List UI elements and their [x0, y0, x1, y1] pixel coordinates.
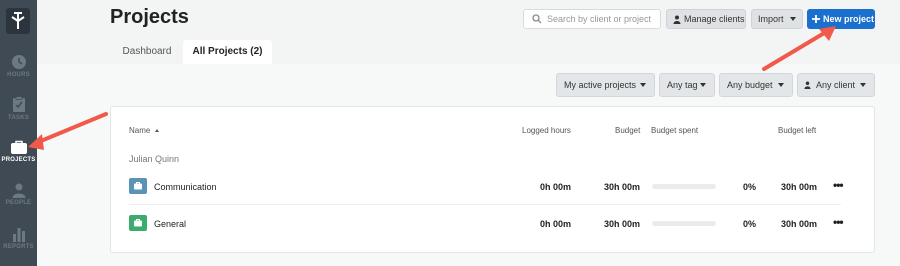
new-project-label: New project — [823, 14, 875, 24]
sidebar-item-reports[interactable]: REPORTS — [0, 226, 37, 250]
sidebar-item-label: PEOPLE — [5, 200, 32, 206]
logo-icon — [11, 12, 25, 29]
budget-spent-percent: 0% — [743, 182, 757, 192]
logged-hours: 0h 00m — [540, 182, 572, 192]
search-icon — [532, 14, 542, 24]
more-options-icon[interactable]: ••• — [833, 215, 844, 229]
client-group-name: Julian Quinn — [129, 154, 180, 164]
budget-left: 30h 00m — [781, 182, 818, 192]
sidebar-item-label: PROJECTS — [1, 157, 36, 163]
project-color-icon — [129, 178, 147, 194]
tab-all-projects[interactable]: All Projects (2) — [183, 40, 272, 64]
filter-budget[interactable]: Any budget — [719, 73, 793, 97]
chevron-down-icon — [790, 17, 796, 21]
person-icon — [673, 15, 681, 24]
clipboard-check-icon — [12, 96, 25, 112]
sidebar-item-label: TASKS — [8, 115, 29, 121]
new-project-button[interactable]: New project — [807, 9, 875, 29]
filter-label: My active projects — [564, 80, 637, 90]
briefcase-icon — [134, 219, 142, 227]
budget-spent-percent: 0% — [743, 219, 757, 229]
budget: 30h 00m — [604, 182, 641, 192]
column-header-budget-spent[interactable]: Budget spent — [651, 126, 698, 135]
sidebar-item-tasks[interactable]: TASKS — [0, 96, 37, 121]
column-header-budget-left[interactable]: Budget left — [778, 126, 816, 135]
column-header-label: Name — [129, 126, 151, 135]
chevron-down-icon — [778, 83, 784, 87]
sidebar-item-people[interactable]: PEOPLE — [0, 182, 37, 206]
search-input[interactable]: Search by client or project — [523, 9, 661, 29]
clock-icon — [11, 55, 26, 69]
project-name-link[interactable]: Communication — [154, 182, 217, 192]
manage-clients-label: Manage clients — [684, 14, 745, 24]
sidebar-item-projects[interactable]: PROJECTS — [0, 140, 37, 163]
filter-active-projects[interactable]: My active projects — [556, 73, 655, 97]
column-header-logged-hours[interactable]: Logged hours — [522, 126, 571, 135]
filter-label: Any client — [816, 80, 856, 90]
table-row[interactable]: Communication 0h 00m 30h 00m 0% 30h 00m … — [129, 169, 844, 205]
sort-ascending-icon — [154, 129, 159, 133]
briefcase-icon — [10, 140, 27, 154]
person-icon — [804, 81, 811, 89]
sidebar-item-hours[interactable]: HOURS — [0, 54, 37, 78]
sidebar-item-label: REPORTS — [3, 244, 34, 250]
logged-hours: 0h 00m — [540, 219, 572, 229]
filter-label: Any budget — [727, 80, 773, 90]
chevron-down-icon — [640, 83, 646, 87]
import-label: Import — [758, 14, 784, 24]
tab-dashboard[interactable]: Dashboard — [114, 40, 180, 64]
projects-table: Name Logged hours Budget Budget spent Bu… — [110, 106, 875, 253]
page-title: Projects — [110, 6, 189, 28]
budget-spent-bar — [652, 221, 716, 226]
bar-chart-icon — [12, 228, 25, 242]
budget: 30h 00m — [604, 219, 641, 229]
sidebar: HOURS TASKS PROJECTS PEOPLE REPORTS — [0, 0, 37, 266]
import-button[interactable]: Import — [751, 9, 803, 29]
column-header-name[interactable]: Name — [129, 126, 159, 135]
column-header-budget[interactable]: Budget — [615, 126, 640, 135]
budget-left: 30h 00m — [781, 219, 818, 229]
sidebar-item-label: HOURS — [7, 72, 30, 78]
more-options-icon[interactable]: ••• — [833, 178, 844, 192]
filter-label: Any tag — [667, 80, 698, 90]
plus-icon — [812, 15, 820, 23]
project-color-icon — [129, 215, 147, 231]
app-logo[interactable] — [6, 8, 30, 34]
project-name-link[interactable]: General — [154, 219, 186, 229]
manage-clients-button[interactable]: Manage clients — [666, 9, 746, 29]
budget-spent-bar — [652, 184, 716, 189]
search-placeholder: Search by client or project — [547, 14, 652, 24]
chevron-down-icon — [860, 83, 866, 87]
briefcase-icon — [134, 182, 142, 190]
filter-tag[interactable]: Any tag — [659, 73, 715, 97]
chevron-down-icon — [700, 83, 706, 87]
table-row[interactable]: General 0h 00m 30h 00m 0% 30h 00m ••• — [129, 206, 844, 242]
person-icon — [12, 183, 25, 198]
filter-client[interactable]: Any client — [797, 73, 875, 97]
